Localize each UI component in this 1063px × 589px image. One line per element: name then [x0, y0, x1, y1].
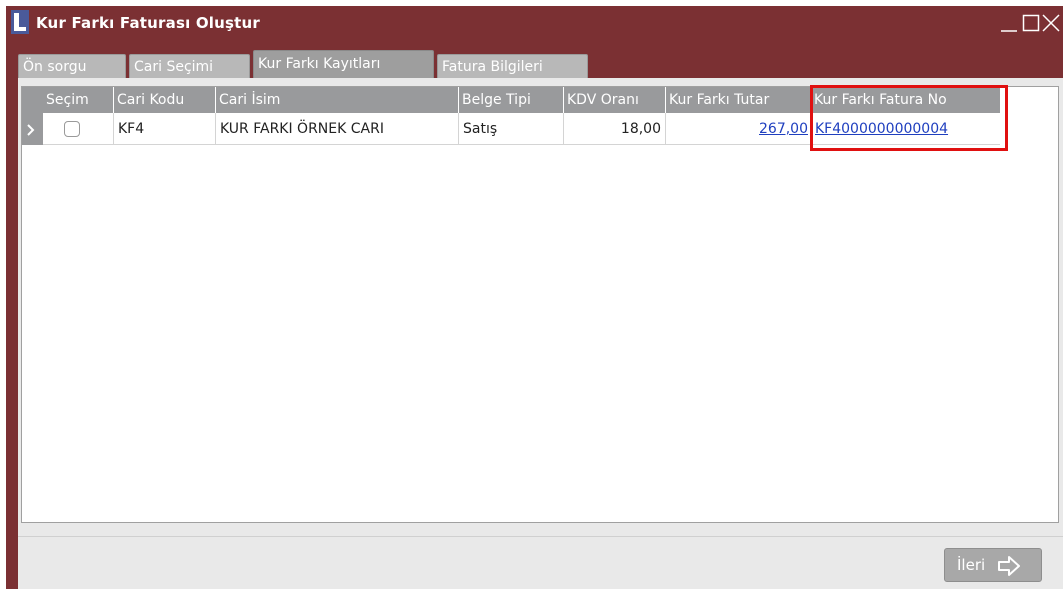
cell-cari-isim[interactable]: KUR FARKI ÖRNEK CARI [216, 113, 459, 145]
col-header-kdv-orani[interactable]: KDV Oranı [564, 87, 666, 113]
cell-belge-tipi[interactable]: Satış [459, 113, 564, 145]
cell-kdv-orani[interactable]: 18,00 [564, 113, 666, 145]
col-header-secim[interactable]: Seçim [43, 87, 114, 113]
tab-kur-farki-kayitlari[interactable]: Kur Farkı Kayıtları [253, 50, 434, 78]
col-header-kur-farki-fatura-no[interactable]: Kur Farkı Fatura No [811, 87, 1000, 113]
row-select-cell[interactable] [43, 113, 114, 145]
close-icon[interactable] [1041, 12, 1061, 34]
tab-cari-secimi[interactable]: Cari Seçimi [129, 54, 250, 78]
next-button-label: İleri [957, 556, 986, 574]
tab-fatura-bilgileri[interactable]: Fatura Bilgileri [437, 54, 588, 78]
col-header-cari-isim[interactable]: Cari İsim [216, 87, 459, 113]
app-logo-icon [11, 10, 29, 34]
row-select-checkbox[interactable] [64, 121, 80, 137]
title-bar[interactable]: Kur Farkı Faturası Oluştur [6, 6, 1063, 42]
cell-kur-farki-fatura-no[interactable]: KF4000000000004 [811, 113, 1000, 145]
tab-on-sorgu[interactable]: Ön sorgu [18, 54, 126, 78]
kur-farki-tutar-link[interactable]: 267,00 [759, 121, 808, 137]
records-grid: Seçim Cari Kodu Cari İsim Belge Tipi KDV… [21, 86, 1059, 523]
cell-cari-kodu[interactable]: KF4 [114, 113, 216, 145]
arrow-right-outline-icon [998, 556, 1020, 576]
row-indicator-column [22, 87, 43, 145]
col-header-belge-tipi[interactable]: Belge Tipi [459, 87, 564, 113]
window-title: Kur Farkı Faturası Oluştur [36, 14, 260, 32]
footer-divider [18, 536, 1063, 537]
col-header-kur-farki-tutar[interactable]: Kur Farkı Tutar [666, 87, 811, 113]
cell-kur-farki-tutar[interactable]: 267,00 [666, 113, 811, 145]
kur-farki-fatura-no-link[interactable]: KF4000000000004 [815, 121, 948, 137]
maximize-icon[interactable] [1021, 12, 1041, 34]
minimize-icon[interactable] [999, 12, 1019, 34]
chevron-right-icon [27, 124, 35, 136]
tab-content: Seçim Cari Kodu Cari İsim Belge Tipi KDV… [18, 78, 1063, 589]
col-header-cari-kodu[interactable]: Cari Kodu [114, 87, 216, 113]
main-window: Kur Farkı Faturası Oluştur Ön sorgu Cari… [6, 6, 1063, 589]
next-button[interactable]: İleri [944, 548, 1042, 582]
